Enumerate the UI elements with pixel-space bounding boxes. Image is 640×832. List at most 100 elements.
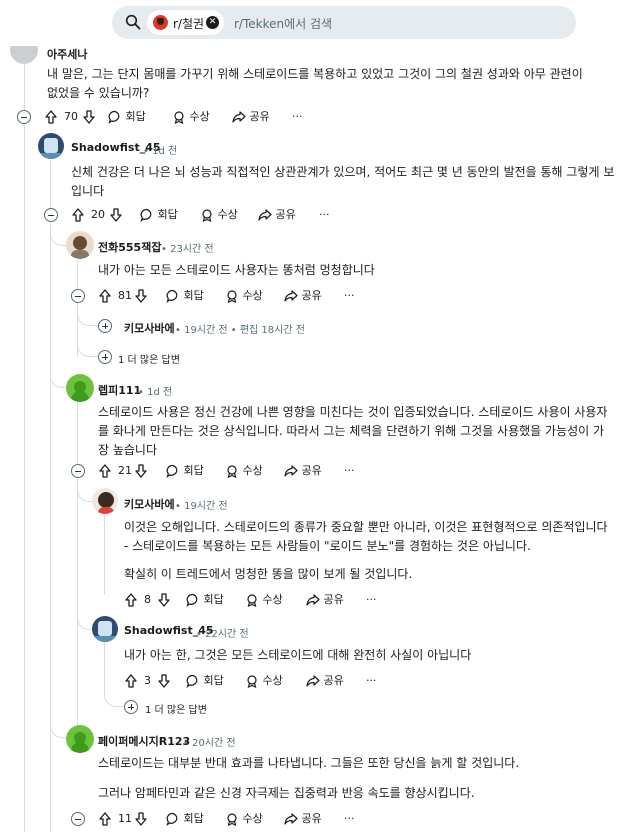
award-button[interactable]: 수상: [225, 809, 263, 829]
share-icon: [284, 290, 298, 302]
timestamp: • 1d 전: [138, 387, 173, 398]
more-replies-link[interactable]: 1 더 많은 답변: [118, 351, 180, 366]
reply-button[interactable]: 회답: [186, 671, 224, 691]
more-options-button[interactable]: ···: [344, 809, 355, 829]
thread-connector: [50, 720, 66, 738]
upvote-button[interactable]: [71, 205, 85, 225]
reply-icon: [186, 593, 198, 608]
avatar[interactable]: [66, 374, 94, 402]
top-bar: r/철권 ✕ r/Tekken에서 검색: [0, 0, 640, 46]
more-options-button[interactable]: ···: [366, 671, 377, 691]
subreddit-chip[interactable]: r/철권 ✕: [147, 10, 224, 35]
timestamp: • 20시간 전: [183, 738, 236, 749]
more-options-button[interactable]: ···: [344, 461, 355, 481]
timestamp: • 19시간 전 • 편집 18시간 전: [175, 325, 305, 336]
upvote-icon: [99, 812, 111, 826]
award-button[interactable]: 수상: [225, 461, 263, 481]
award-button[interactable]: 수상: [245, 590, 283, 610]
thread-line[interactable]: [104, 515, 105, 595]
username[interactable]: 전화555잭잡: [98, 239, 161, 255]
reply-button[interactable]: 회답: [140, 205, 178, 225]
comment-feed: 아주세나 내 말은, 그는 단지 몸매를 가꾸기 위해 스테로이드를 복용하고 …: [0, 0, 640, 832]
collapse-thread-button[interactable]: [71, 812, 85, 826]
downvote-button[interactable]: [82, 107, 96, 127]
comment-actions: 20 회답 수상 공유 ···: [71, 205, 371, 225]
username[interactable]: 페이퍼메시지R123: [98, 733, 190, 749]
share-button[interactable]: 공유: [232, 107, 270, 127]
award-button[interactable]: 수상: [172, 107, 210, 127]
avatar[interactable]: [92, 616, 118, 642]
award-icon: [174, 111, 184, 125]
upvote-icon: [45, 110, 57, 124]
username[interactable]: 키모사바에: [124, 320, 175, 336]
comment-body: 이것은 오해입니다. 스테로이드의 종류가 중요할 뿐만 아니라, 이것은 표현…: [124, 520, 608, 553]
avatar[interactable]: [66, 231, 94, 259]
upvote-icon: [99, 289, 111, 303]
award-icon: [247, 675, 257, 689]
upvote-button[interactable]: [98, 809, 112, 829]
avatar[interactable]: [92, 488, 118, 514]
upvote-button[interactable]: [124, 671, 138, 691]
thread-line[interactable]: [77, 400, 78, 730]
upvote-button[interactable]: [98, 461, 112, 481]
award-button[interactable]: 수상: [225, 286, 263, 306]
share-button[interactable]: 공유: [306, 671, 344, 691]
avatar[interactable]: [38, 133, 64, 159]
username[interactable]: 렙피111: [98, 382, 141, 398]
share-icon: [306, 594, 320, 606]
thread-connector: [50, 200, 66, 246]
award-icon: [227, 813, 237, 827]
reply-button[interactable]: 회답: [166, 286, 204, 306]
reply-button[interactable]: 회답: [166, 461, 204, 481]
vote-count: 8: [144, 593, 151, 606]
share-button[interactable]: 공유: [284, 809, 322, 829]
avatar[interactable]: [66, 725, 94, 753]
award-icon: [202, 209, 212, 223]
share-button[interactable]: 공유: [306, 590, 344, 610]
downvote-button[interactable]: [134, 809, 148, 829]
award-button[interactable]: 수상: [200, 205, 238, 225]
upvote-button[interactable]: [44, 107, 58, 127]
downvote-button[interactable]: [157, 671, 171, 691]
share-button[interactable]: 공유: [284, 286, 322, 306]
upvote-icon: [99, 464, 111, 478]
expand-replies-icon[interactable]: [124, 700, 138, 714]
collapse-thread-button[interactable]: [17, 110, 31, 124]
search-bar[interactable]: r/철권 ✕ r/Tekken에서 검색: [112, 6, 576, 39]
downvote-button[interactable]: [109, 205, 123, 225]
downvote-button[interactable]: [134, 461, 148, 481]
reply-button[interactable]: 회답: [166, 809, 204, 829]
upvote-button[interactable]: [98, 286, 112, 306]
thread-connector: [77, 480, 93, 502]
downvote-icon: [158, 674, 170, 688]
more-options-button[interactable]: ···: [292, 107, 303, 127]
close-icon[interactable]: ✕: [206, 16, 219, 29]
share-button[interactable]: 공유: [284, 461, 322, 481]
more-options-button[interactable]: ···: [319, 205, 330, 225]
collapse-thread-button[interactable]: [71, 289, 85, 303]
upvote-button[interactable]: [124, 590, 138, 610]
downvote-icon: [135, 289, 147, 303]
award-icon: [227, 465, 237, 479]
expand-thread-button[interactable]: [98, 319, 112, 333]
collapse-thread-button[interactable]: [71, 464, 85, 478]
vote-count: 20: [91, 208, 105, 221]
more-options-button[interactable]: ···: [344, 286, 355, 306]
thread-line[interactable]: [24, 60, 25, 832]
more-options-button[interactable]: ···: [366, 590, 377, 610]
reply-icon: [166, 812, 178, 827]
share-button[interactable]: 공유: [258, 205, 296, 225]
search-input[interactable]: r/Tekken에서 검색: [234, 15, 332, 32]
username[interactable]: 아주세나: [47, 46, 87, 62]
expand-replies-icon[interactable]: [98, 350, 112, 364]
thread-connector: [104, 680, 124, 707]
downvote-button[interactable]: [157, 590, 171, 610]
reply-button[interactable]: 회답: [108, 107, 146, 127]
username[interactable]: 키모사바에: [124, 496, 175, 512]
more-replies-link[interactable]: 1 더 많은 답변: [145, 701, 207, 716]
award-button[interactable]: 수상: [245, 671, 283, 691]
reply-button[interactable]: 회답: [186, 590, 224, 610]
downvote-button[interactable]: [134, 286, 148, 306]
subreddit-icon: [153, 15, 168, 30]
collapse-thread-button[interactable]: [44, 208, 58, 222]
